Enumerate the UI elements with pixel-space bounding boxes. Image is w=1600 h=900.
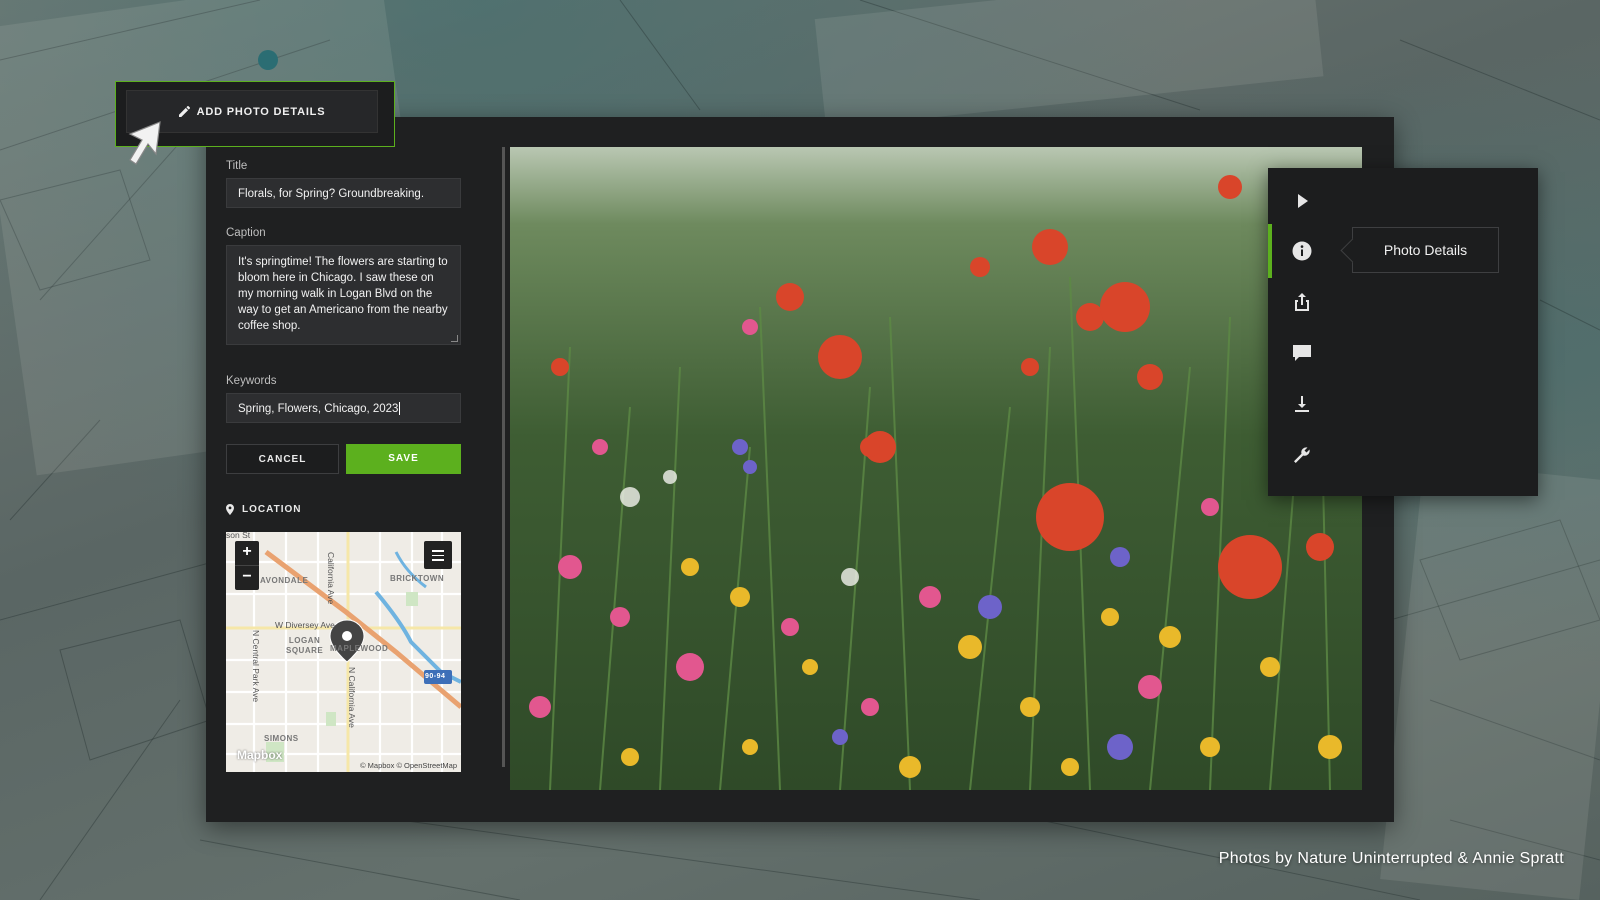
title-input[interactable]: Florals, for Spring? Groundbreaking. [226,178,461,208]
map-label-bricktown: BRICKTOWN [390,574,445,583]
comment-button[interactable] [1268,328,1336,378]
zoom-in-button[interactable]: + [235,541,259,565]
caption-label: Caption [226,227,266,239]
scrollbar[interactable] [502,147,505,767]
share-icon [1295,293,1309,311]
map-label-avondale: AVONDALE [260,576,309,585]
play-icon [1298,194,1308,208]
info-icon [1292,241,1312,261]
comment-icon [1293,345,1311,361]
keywords-input[interactable]: Spring, Flowers, Chicago, 2023 [226,393,461,423]
pencil-icon [178,106,190,117]
photo-details-tooltip: Photo Details [1352,227,1499,273]
location-heading: LOCATION [226,504,461,515]
map-menu-icon[interactable] [424,541,452,569]
download-icon [1295,396,1309,412]
keywords-label: Keywords [226,375,277,387]
download-button[interactable] [1268,379,1336,429]
map-label-top-left: son St [226,532,251,540]
interstate-shield: 90-94 [425,673,446,680]
map-label-central-park: N Central Park Ave [251,630,261,703]
location-map[interactable]: + − son St California Ave AVONDALE BRICK… [226,532,461,772]
map-zoom-controls: + − [235,541,259,590]
title-label: Title [226,160,248,172]
mapbox-logo[interactable]: Mapbox [237,748,282,762]
photo-details-form: Title Florals, for Spring? Groundbreakin… [226,160,461,515]
caption-textarea[interactable]: It's springtime! The flowers are startin… [226,245,461,345]
cancel-button[interactable]: CANCEL [226,444,339,474]
keywords-text: Spring, Flowers, Chicago, 2023 [238,403,399,415]
tooltip-label: Photo Details [1383,242,1468,258]
map-attribution[interactable]: © Mapbox © OpenStreetMap [360,761,457,770]
mouse-cursor-icon [128,121,161,165]
add-photo-details-label: ADD PHOTO DETAILS [196,105,326,118]
zoom-out-button[interactable]: − [235,565,259,590]
wrench-icon [1294,447,1310,463]
map-label-diversey: W Diversey Ave [275,620,335,630]
map-label-california: N California Ave [347,667,357,728]
location-pin-icon [226,504,234,515]
location-label: LOCATION [242,504,302,515]
play-button[interactable] [1268,176,1336,226]
action-rail [1268,168,1538,496]
photo-credit: Photos by Nature Uninterrupted & Annie S… [1218,850,1564,867]
map-label-maplewood: MAPLEWOOD [330,644,389,653]
map-label-california-top: California Ave [326,552,336,605]
caption-text: It's springtime! The flowers are startin… [238,256,448,332]
save-button[interactable]: SAVE [346,444,461,474]
text-caret [399,402,401,416]
info-button[interactable] [1268,226,1336,276]
map-label-logan-square: LOGAN SQUARE [286,636,324,655]
tools-button[interactable] [1268,430,1336,480]
share-button[interactable] [1268,277,1336,327]
map-label-simons: SIMONS [264,734,299,743]
flower-photo [510,147,1362,790]
